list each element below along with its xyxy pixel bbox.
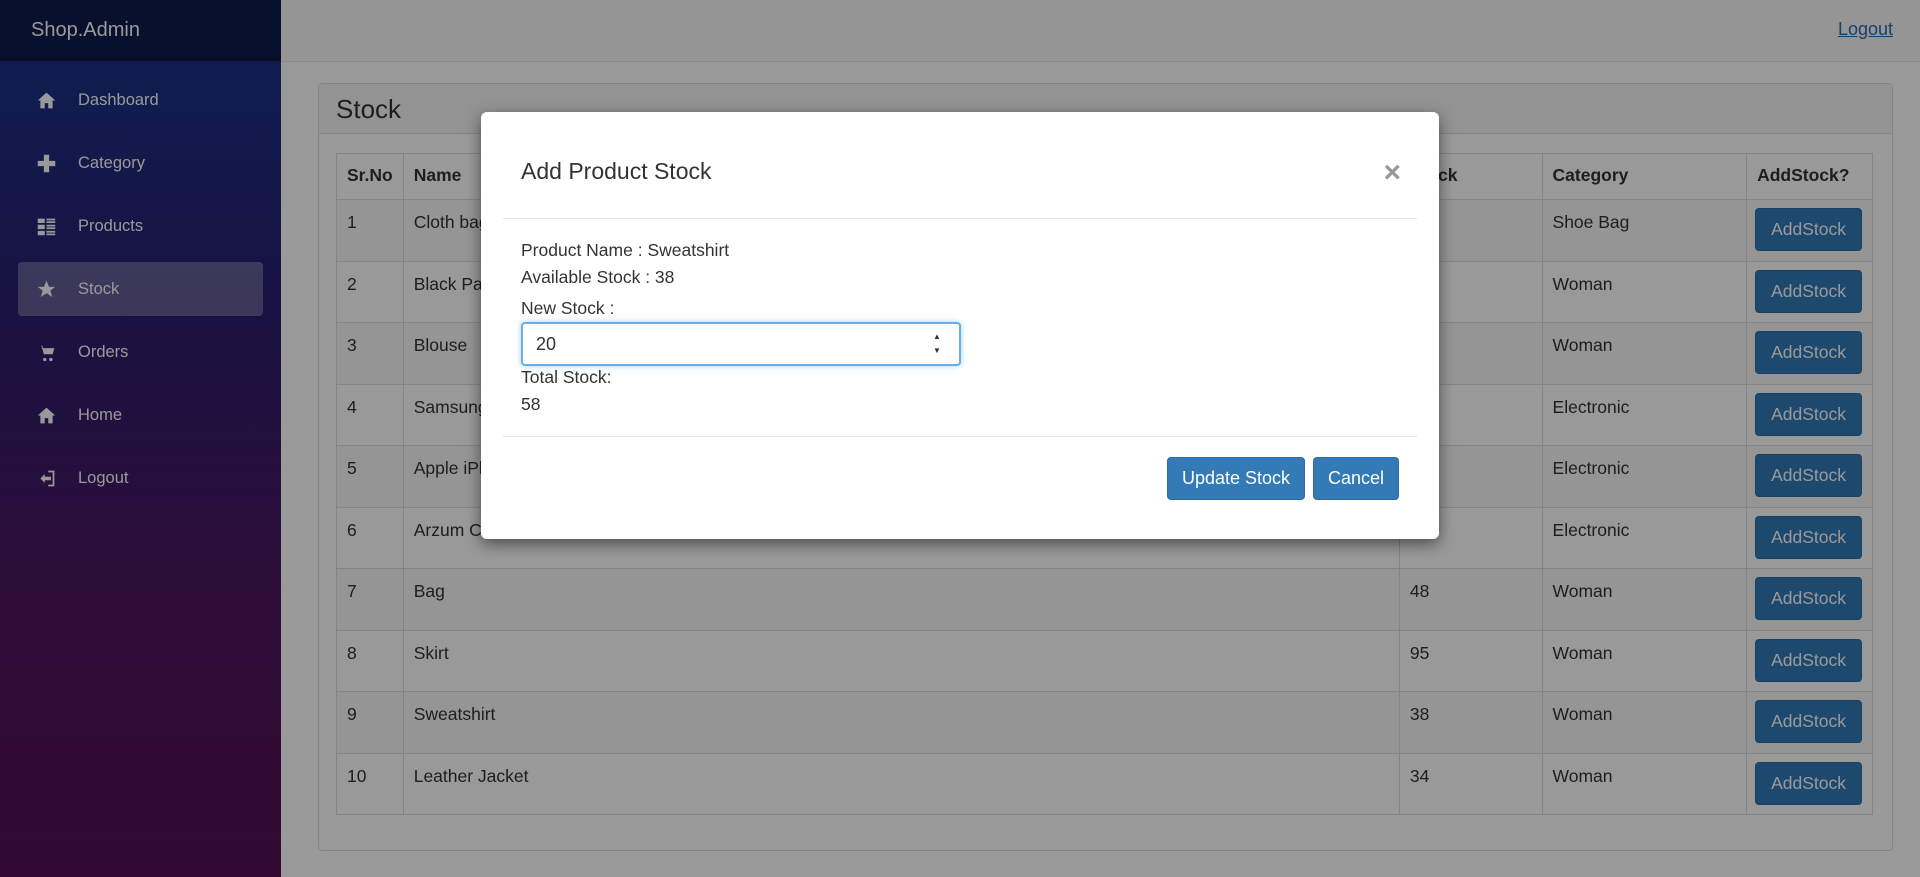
modal-header-divider xyxy=(503,218,1417,219)
product-name-text: Product Name : Sweatshirt xyxy=(521,240,730,260)
update-stock-button[interactable]: Update Stock xyxy=(1167,457,1305,500)
new-stock-label: New Stock : xyxy=(521,298,615,318)
cancel-button[interactable]: Cancel xyxy=(1313,457,1399,500)
stock-spinner[interactable]: ▲ ▼ xyxy=(930,332,944,356)
total-stock-value: 58 xyxy=(521,394,541,414)
total-stock-label: Total Stock: xyxy=(521,367,612,387)
available-stock-text: Available Stock : 38 xyxy=(521,267,675,287)
modal-footer-divider xyxy=(503,436,1417,437)
spinner-down-icon[interactable]: ▼ xyxy=(933,346,941,356)
spinner-up-icon[interactable]: ▲ xyxy=(933,332,941,342)
modal-title: Add Product Stock xyxy=(521,158,712,184)
new-stock-input[interactable] xyxy=(521,322,961,366)
close-icon[interactable]: × xyxy=(1383,158,1401,188)
add-stock-modal: Add Product Stock × Product Name : Sweat… xyxy=(481,112,1439,539)
